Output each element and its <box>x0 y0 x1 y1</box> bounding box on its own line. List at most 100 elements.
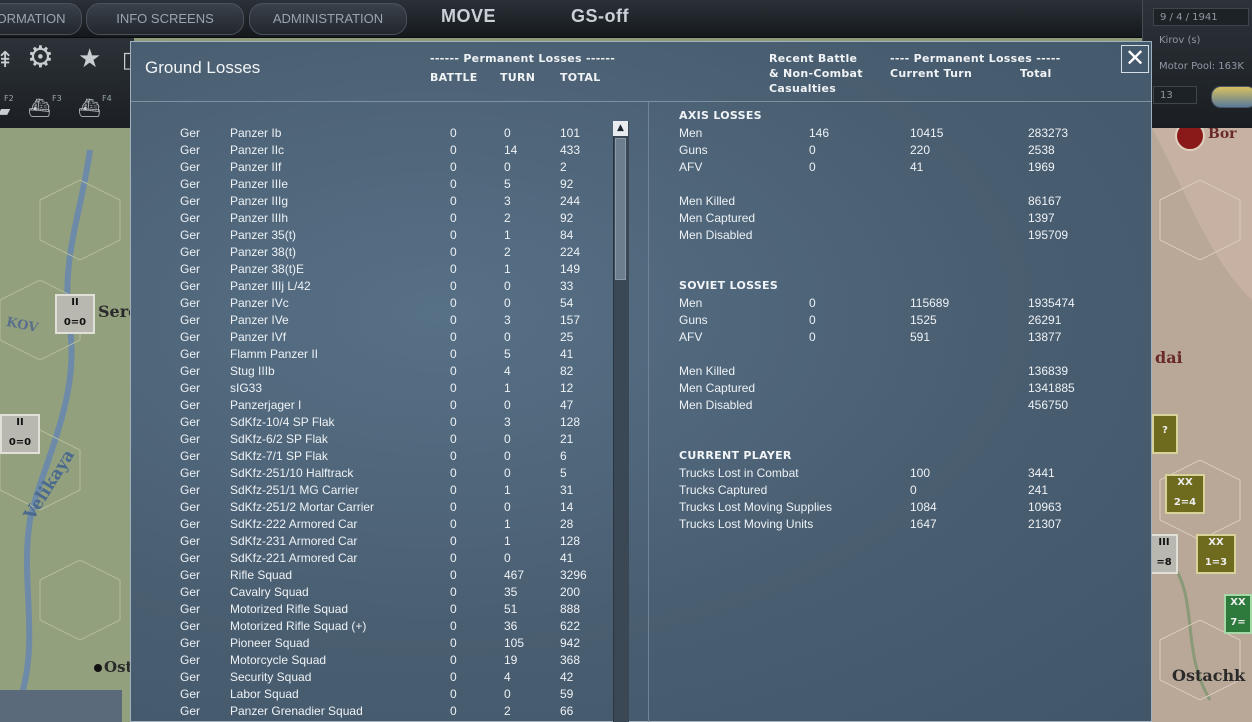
nationality-cell: Ger <box>180 653 201 667</box>
unit-counter[interactable]: II 0=0 <box>55 294 95 334</box>
tab-administration[interactable]: ADMINISTRATION <box>249 3 407 35</box>
table-row[interactable]: Ger Flamm Panzer II 0 5 41 <box>131 346 621 363</box>
unit-counter[interactable]: II 0=0 <box>0 414 40 454</box>
gear-icon[interactable]: ⚙ <box>27 43 54 73</box>
battle-losses-cell: 0 <box>450 653 457 667</box>
nationality-cell: Ger <box>180 279 201 293</box>
turn-losses-cell: 2 <box>504 704 511 718</box>
table-row[interactable]: Ger Labor Squad 0 0 59 <box>131 686 621 703</box>
unit-name-cell: Rifle Squad <box>230 568 293 582</box>
unit-name-cell: Panzer 38(t)E <box>230 262 305 276</box>
battle-losses-cell: 0 <box>450 602 457 616</box>
stat-label: Men <box>679 126 703 140</box>
map-label-ostachk: Ostachk <box>1172 666 1246 685</box>
nationality-cell: Ger <box>180 347 201 361</box>
tab-info-screens[interactable]: INFO SCREENS <box>86 3 244 35</box>
f3-label: F3 <box>52 94 62 103</box>
table-row[interactable]: Ger SdKfz-10/4 SP Flak 0 3 128 <box>131 414 621 431</box>
total-losses-cell: 149 <box>560 262 581 276</box>
unit-counter[interactable]: XX 2=4 <box>1165 474 1205 514</box>
counter-value: 7= <box>1230 617 1246 628</box>
table-row[interactable]: Ger Panzer IIIj L/42 0 0 33 <box>131 278 621 295</box>
stat-label: Men Disabled <box>679 398 753 412</box>
table-row[interactable]: Ger Cavalry Squad 0 35 200 <box>131 584 621 601</box>
counter-value: 2=4 <box>1173 497 1197 508</box>
total-value: 26291 <box>1028 313 1062 327</box>
table-row[interactable]: Ger Panzer 38(t)E 0 1 149 <box>131 261 621 278</box>
map-label-ost: Ost <box>104 658 133 676</box>
turn-losses-cell: 1 <box>504 262 511 276</box>
recent-casualties-header-1: Recent Battle <box>769 52 858 65</box>
table-row[interactable]: Ger Panzer IIIe 0 5 92 <box>131 176 621 193</box>
total-value: 241 <box>1028 483 1049 497</box>
counter-value: =8 <box>1156 557 1172 568</box>
table-row[interactable]: Ger SdKfz-231 Armored Car 0 1 128 <box>131 533 621 550</box>
nationality-cell: Ger <box>180 551 201 565</box>
stat-row: Men Killed 86167 <box>131 193 1061 210</box>
close-button[interactable]: ✕ <box>1121 45 1149 73</box>
ship-icon[interactable]: ⛴ <box>28 94 51 124</box>
status-panel: 9 / 4 / 1941 Kirov (s) Motor Pool: 163K … <box>1142 0 1252 128</box>
table-row[interactable]: Ger SdKfz-221 Armored Car 0 0 41 <box>131 550 621 567</box>
battle-losses-cell: 0 <box>450 279 457 293</box>
current-turn-value: 220 <box>910 143 931 157</box>
nationality-cell: Ger <box>180 602 201 616</box>
nationality-cell: Ger <box>180 619 201 633</box>
battle-losses-cell: 0 <box>450 704 457 718</box>
soviet-losses-title: SOVIET LOSSES <box>679 279 779 292</box>
star-icon[interactable]: ★ <box>78 44 101 74</box>
battle-losses-cell: 0 <box>450 670 457 684</box>
current-turn-value: 591 <box>910 330 931 344</box>
counter-display: 13 <box>1153 86 1197 104</box>
stat-label: Men Captured <box>679 211 756 225</box>
table-row[interactable]: Ger SdKfz-7/1 SP Flak 0 0 6 <box>131 448 621 465</box>
tab-information[interactable]: ORMATION <box>0 3 82 35</box>
unit-counter[interactable]: III =8 <box>1150 534 1178 574</box>
ground-unit-icon[interactable]: ▰ <box>0 96 10 126</box>
turn-losses-cell: 0 <box>504 279 511 293</box>
pin-icon[interactable]: ⇞ <box>0 46 14 76</box>
move-mode-button[interactable]: MOVE <box>441 6 496 27</box>
table-row[interactable]: Ger Motorcycle Squad 0 19 368 <box>131 652 621 669</box>
table-row[interactable]: Ger Pioneer Squad 0 105 942 <box>131 635 621 652</box>
recent-casualties-value: 0 <box>809 160 816 174</box>
unit-counter[interactable]: ? <box>1152 414 1178 454</box>
unit-name-cell: Panzer IIIj L/42 <box>230 279 311 293</box>
battle-losses-cell: 0 <box>450 619 457 633</box>
table-row[interactable]: Ger Panzer 38(t) 0 2 224 <box>131 244 621 261</box>
table-row[interactable]: Ger Panzer Grenadier Squad 0 2 66 <box>131 703 621 720</box>
unit-counter[interactable]: XX 1=3 <box>1196 534 1236 574</box>
nationality-cell: Ger <box>180 177 201 191</box>
table-row[interactable]: Ger Security Squad 0 4 42 <box>131 669 621 686</box>
total-losses-cell: 33 <box>560 279 574 293</box>
unit-name-cell: Motorized Rifle Squad <box>230 602 349 616</box>
current-turn-value: 1084 <box>910 500 937 514</box>
table-row[interactable]: Ger Rifle Squad 0 467 3296 <box>131 567 621 584</box>
total-losses-cell: 41 <box>560 551 574 565</box>
ship-icon[interactable]: ⛴ <box>78 94 101 124</box>
unit-name-cell: SdKfz-10/4 SP Flak <box>230 415 335 429</box>
table-row[interactable]: Ger Motorized Rifle Squad 0 51 888 <box>131 601 621 618</box>
stat-row: Men Killed 136839 <box>131 363 1068 380</box>
gs-toggle-button[interactable]: GS-off <box>571 6 629 27</box>
total-value: 13877 <box>1028 330 1062 344</box>
total-value: 86167 <box>1028 194 1062 208</box>
stat-label: Men Captured <box>679 381 756 395</box>
stat-label: Men Disabled <box>679 228 753 242</box>
current-turn-value: 41 <box>910 160 924 174</box>
unit-name-cell: Flamm Panzer II <box>230 347 319 361</box>
motor-pool-display: Motor Pool: 163K <box>1159 61 1244 72</box>
table-row[interactable]: Ger Motorized Rifle Squad (+) 0 36 622 <box>131 618 621 635</box>
table-row[interactable]: Ger SdKfz-6/2 SP Flak 0 0 21 <box>131 431 621 448</box>
ground-losses-dialog: Ground Losses ------ Permanent Losses --… <box>130 41 1152 722</box>
battle-losses-cell: 0 <box>450 551 457 565</box>
unit-counter[interactable]: XX 7= <box>1224 594 1252 634</box>
stat-label: AFV <box>679 330 703 344</box>
battle-losses-cell: 0 <box>450 177 457 191</box>
unit-name-cell: Cavalry Squad <box>230 585 309 599</box>
unit-name-cell: SdKfz-7/1 SP Flak <box>230 449 328 463</box>
close-icon: ✕ <box>1124 44 1146 72</box>
total-value: 1969 <box>1028 160 1055 174</box>
unit-name-cell: Panzer 38(t) <box>230 245 297 259</box>
total-losses-cell: 41 <box>560 347 574 361</box>
